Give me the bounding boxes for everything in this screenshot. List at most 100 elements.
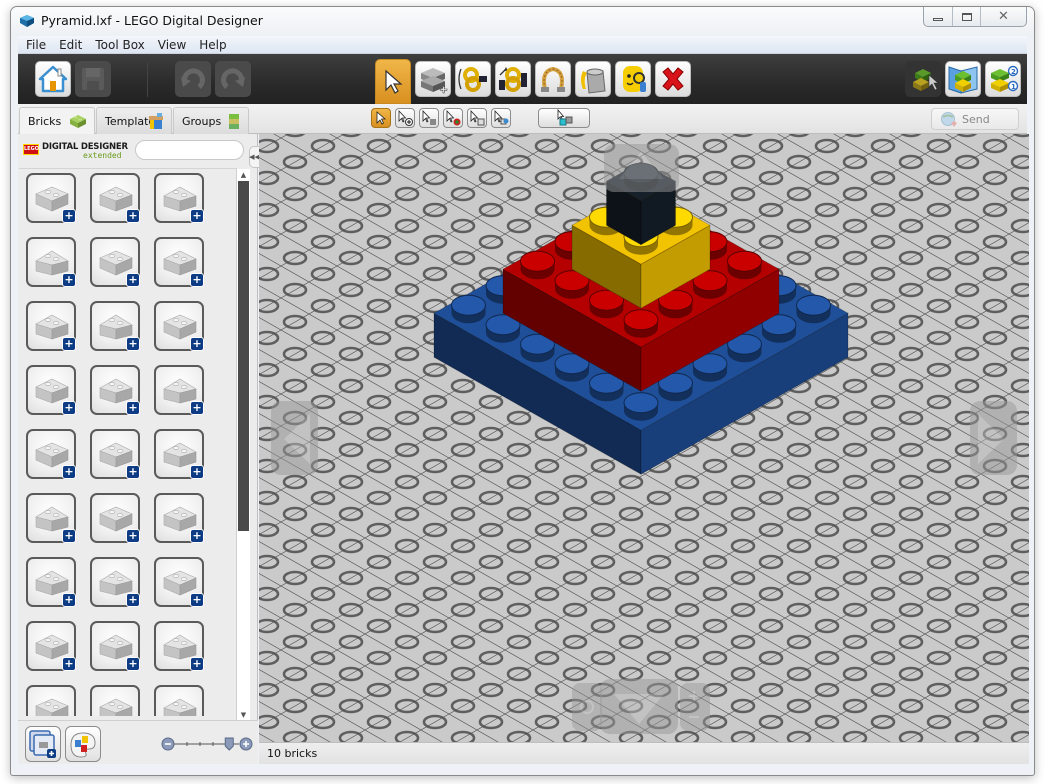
- scroll-up-arrow-icon[interactable]: ▲: [237, 169, 250, 181]
- brick-search-input[interactable]: [135, 140, 244, 160]
- add-brick-plus-icon: +: [126, 209, 140, 223]
- building-guide-mode-button[interactable]: 2 1: [985, 61, 1021, 97]
- palette-brick-vehicle-mudguard[interactable]: +: [26, 557, 76, 607]
- maximize-button[interactable]: [952, 7, 980, 26]
- nav-rotate-left-arrow[interactable]: [271, 401, 318, 475]
- palette-brick-train-track[interactable]: +: [154, 685, 204, 716]
- collapse-panel-button[interactable]: ◀◀: [249, 146, 260, 168]
- clone-tool-button[interactable]: +: [415, 61, 451, 97]
- palette-brick-plate-with-clip[interactable]: +: [26, 365, 76, 415]
- cursor-plus-icon: [398, 110, 413, 126]
- brick-palette-panel: LEGO DIGITAL DESIGNER extended ◀◀ + + + + + +…: [18, 134, 260, 764]
- palette-brick-robot-arm[interactable]: +: [26, 621, 76, 671]
- svg-text:2: 2: [1011, 68, 1016, 76]
- menu-edit[interactable]: Edit: [59, 38, 82, 52]
- palette-zoom-slider[interactable]: [161, 737, 253, 751]
- palette-brick-brick-1x1-with-stud[interactable]: +: [154, 173, 204, 223]
- scene-canvas[interactable]: [259, 134, 1029, 742]
- save-button[interactable]: [75, 61, 111, 97]
- view-mode-button[interactable]: [945, 61, 981, 97]
- menu-file[interactable]: File: [26, 38, 46, 52]
- invert-selection-mode-button[interactable]: [419, 108, 439, 128]
- hinge-align-tool-button[interactable]: [495, 61, 531, 97]
- select-by-color-mode-button[interactable]: [443, 108, 463, 128]
- close-button[interactable]: ✕: [980, 7, 1026, 26]
- palette-brick-curved-slope[interactable]: +: [26, 301, 76, 351]
- select-by-shape-mode-button[interactable]: [467, 108, 487, 128]
- palette-brick-tail-fin[interactable]: +: [90, 621, 140, 671]
- add-brick-plus-icon: +: [62, 529, 76, 543]
- paint-tool-button[interactable]: [575, 61, 611, 97]
- nav-zoom-in-out-button[interactable]: [680, 683, 710, 731]
- color-palette-icon: [70, 732, 96, 758]
- nav-rotate-down-arrow[interactable]: [600, 679, 678, 734]
- nav-rotate-up-arrow[interactable]: [604, 144, 679, 192]
- palette-brick-technic-motor[interactable]: +: [90, 429, 140, 479]
- green-brick-icon: [70, 115, 86, 128]
- palette-brick-technic-axle-pin[interactable]: +: [90, 493, 140, 543]
- build-mode-button[interactable]: [905, 61, 941, 97]
- title-bar[interactable]: Pyramid.lxf - LEGO Digital Designer ✕: [11, 7, 1034, 35]
- palette-brick-technic-beam-3[interactable]: +: [154, 429, 204, 479]
- add-brick-plus-icon: +: [62, 273, 76, 287]
- cursor-color-icon: [446, 110, 461, 126]
- palette-brick-brick-2x4[interactable]: +: [26, 173, 76, 223]
- menu-view[interactable]: View: [158, 38, 186, 52]
- plate-with-bar-icon: [35, 698, 69, 716]
- menu-toolbox[interactable]: Tool Box: [95, 38, 144, 52]
- palette-brick-wedge-windscreen[interactable]: +: [90, 365, 140, 415]
- palette-brick-technic-brick-1x4[interactable]: +: [26, 237, 76, 287]
- palette-brick-road-plate[interactable]: +: [154, 557, 204, 607]
- cursor-invert-icon: [422, 110, 436, 125]
- palette-brick-door[interactable]: +: [154, 365, 204, 415]
- delete-tool-button[interactable]: [655, 61, 691, 97]
- 3d-build-viewport[interactable]: [259, 134, 1029, 742]
- brick-palette-grid: + + + + + + + + + + + + + + + + + + + + + + + + + + +: [19, 168, 237, 716]
- window-title: Pyramid.lxf - LEGO Digital Designer: [41, 13, 263, 28]
- palette-brick-hinge-frame[interactable]: +: [154, 621, 204, 671]
- zoom-in-icon[interactable]: [239, 737, 253, 751]
- undo-button[interactable]: [175, 61, 211, 97]
- nav-zoom-extents-button[interactable]: [572, 683, 602, 731]
- home-button[interactable]: [35, 61, 71, 97]
- scroll-thumb[interactable]: [238, 181, 249, 531]
- palette-brick-wedge-plate[interactable]: +: [154, 301, 204, 351]
- palette-brick-wheel-with-tire[interactable]: +: [26, 429, 76, 479]
- maximize-icon: [961, 12, 972, 21]
- hinge-tool-button[interactable]: [455, 61, 491, 97]
- zoom-slider-thumb[interactable]: [224, 737, 234, 751]
- single-select-mode-button[interactable]: [371, 108, 391, 128]
- add-brick-plus-icon: +: [62, 465, 76, 479]
- tab-groups[interactable]: Groups: [173, 107, 249, 134]
- palette-brick-plate-with-bar[interactable]: +: [26, 685, 76, 716]
- palette-brick-ship-wheel[interactable]: +: [90, 685, 140, 716]
- palette-brick-plate-2x2[interactable]: +: [90, 301, 140, 351]
- palette-brick-technic-gear[interactable]: +: [154, 493, 204, 543]
- tab-templates[interactable]: Templates: [96, 107, 172, 134]
- build-mode-icon: [913, 69, 939, 91]
- palette-brick-technic-beam-5[interactable]: +: [26, 493, 76, 543]
- menu-help[interactable]: Help: [199, 38, 226, 52]
- nav-rotate-right-arrow[interactable]: [970, 401, 1017, 475]
- decorate-tool-button[interactable]: [615, 61, 651, 97]
- send-globe-icon: [941, 112, 957, 127]
- minimize-button[interactable]: [924, 7, 952, 26]
- tab-bricks[interactable]: Bricks: [19, 107, 95, 135]
- multiple-select-mode-button[interactable]: [395, 108, 415, 128]
- palette-scrollbar[interactable]: ▲ ▼: [236, 169, 250, 721]
- redo-button[interactable]: [215, 61, 251, 97]
- flex-tool-button[interactable]: [535, 61, 571, 97]
- palette-brick-wedge-slope[interactable]: +: [154, 237, 204, 287]
- add-brick-plus-icon: +: [190, 465, 204, 479]
- zoom-out-icon[interactable]: [161, 737, 175, 751]
- select-connected-mode-button[interactable]: [538, 108, 590, 128]
- select-by-color-and-shape-mode-button[interactable]: [491, 108, 511, 128]
- select-tool-button[interactable]: [375, 59, 411, 104]
- color-palette-button[interactable]: [65, 726, 101, 762]
- palette-brick-cylinder[interactable]: +: [90, 557, 140, 607]
- send-button[interactable]: Send: [931, 108, 1019, 130]
- palette-brick-round-brick-2x2[interactable]: +: [90, 173, 140, 223]
- minifig-decoration-icon: [623, 66, 646, 92]
- palette-brick-slope-2x2[interactable]: +: [90, 237, 140, 287]
- add-model-button[interactable]: [25, 726, 61, 762]
